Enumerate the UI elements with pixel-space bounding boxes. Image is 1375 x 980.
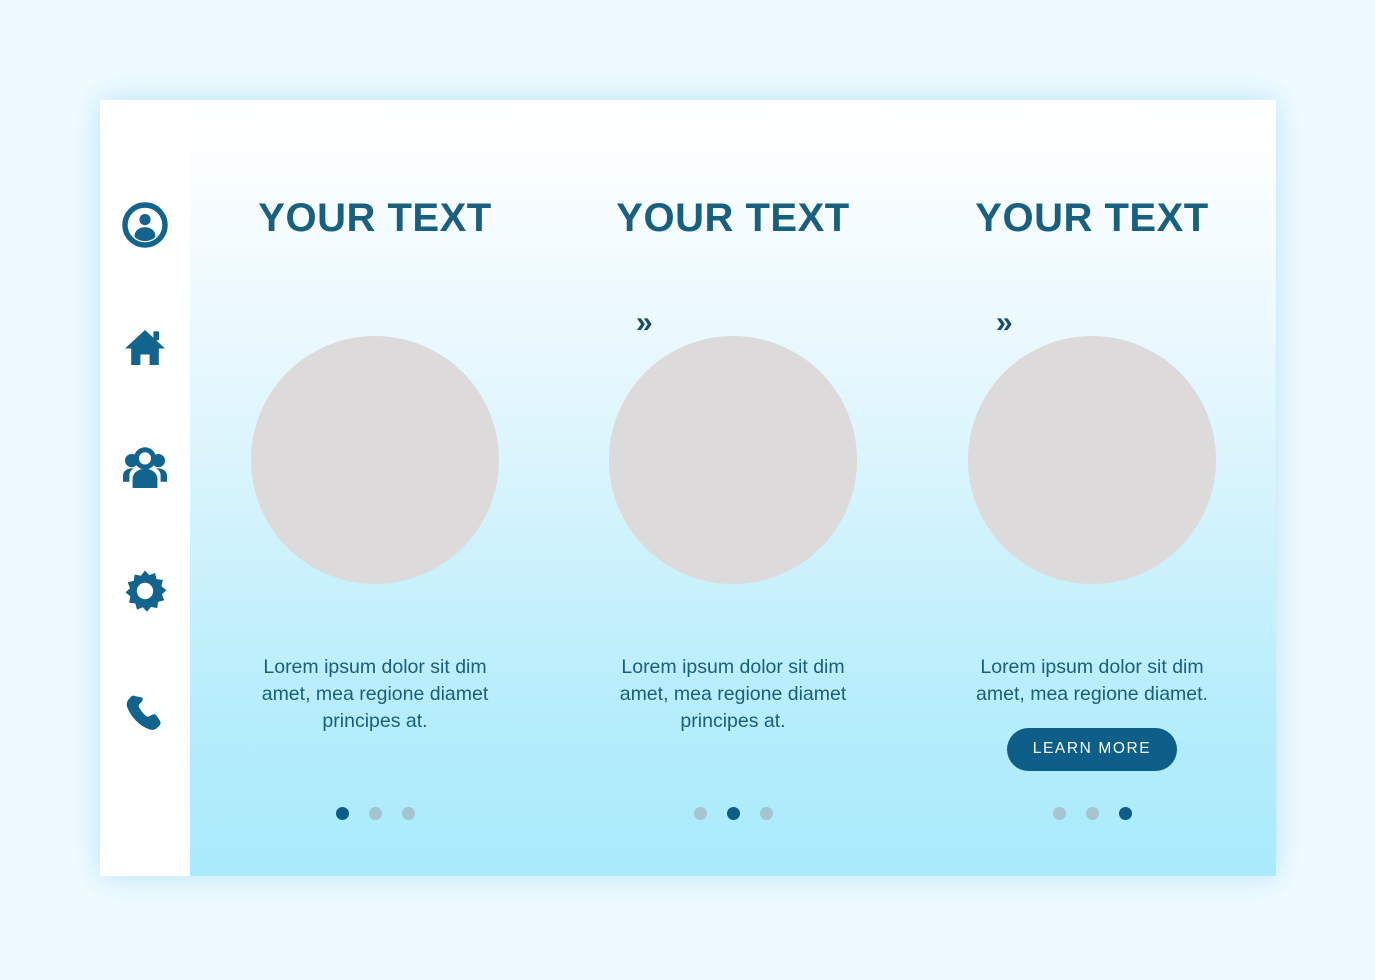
onboarding-panel-3: YOUR TEXT Lorem ipsum dolor sit dim amet… (908, 100, 1276, 876)
pager-dot-1[interactable] (335, 807, 349, 820)
home-icon (123, 325, 167, 369)
sidebar-nav (100, 100, 190, 876)
user-circle-icon (122, 202, 168, 248)
circle-image-placeholder (251, 336, 499, 584)
users-group-icon (122, 447, 168, 491)
phone-icon (125, 693, 165, 733)
pager-dot-1[interactable] (1052, 807, 1066, 820)
sidebar-item-team[interactable] (116, 440, 174, 498)
onboarding-panel-2: YOUR TEXT Lorem ipsum dolor sit dim amet… (548, 100, 956, 876)
panels-container: YOUR TEXT Lorem ipsum dolor sit dim amet… (190, 100, 1276, 876)
pager-dot-3[interactable] (401, 807, 415, 820)
panel-3-pager (908, 807, 1276, 820)
panel-1-heading: YOUR TEXT (258, 196, 492, 240)
onboarding-panel-1: YOUR TEXT Lorem ipsum dolor sit dim amet… (190, 100, 598, 876)
panel-2-heading: YOUR TEXT (616, 196, 850, 240)
panel-3-heading: YOUR TEXT (975, 196, 1209, 240)
panel-3-description: Lorem ipsum dolor sit dim amet, mea regi… (976, 656, 1208, 705)
gear-icon (123, 569, 167, 613)
panel-1-description: Lorem ipsum dolor sit dim amet, mea regi… (261, 656, 489, 732)
panel-1-pager (190, 807, 560, 820)
pager-dot-3[interactable] (1118, 807, 1132, 820)
learn-more-button[interactable]: LEARN MORE (1006, 728, 1178, 771)
sidebar-item-home[interactable] (116, 318, 174, 376)
pager-dot-1[interactable] (693, 807, 707, 820)
sidebar-item-contact[interactable] (116, 684, 174, 742)
onboarding-card: YOUR TEXT Lorem ipsum dolor sit dim amet… (100, 100, 1276, 876)
circle-image-placeholder (609, 336, 857, 584)
panel-2-pager (548, 807, 918, 820)
pager-dot-2[interactable] (368, 807, 382, 820)
sidebar-item-account[interactable] (116, 196, 174, 254)
sidebar-item-settings[interactable] (116, 562, 174, 620)
pager-dot-2[interactable] (1085, 807, 1099, 820)
pager-dot-3[interactable] (759, 807, 773, 820)
pager-dot-2[interactable] (726, 807, 740, 820)
circle-image-placeholder (968, 336, 1216, 584)
panel-2-description: Lorem ipsum dolor sit dim amet, mea regi… (619, 656, 847, 732)
